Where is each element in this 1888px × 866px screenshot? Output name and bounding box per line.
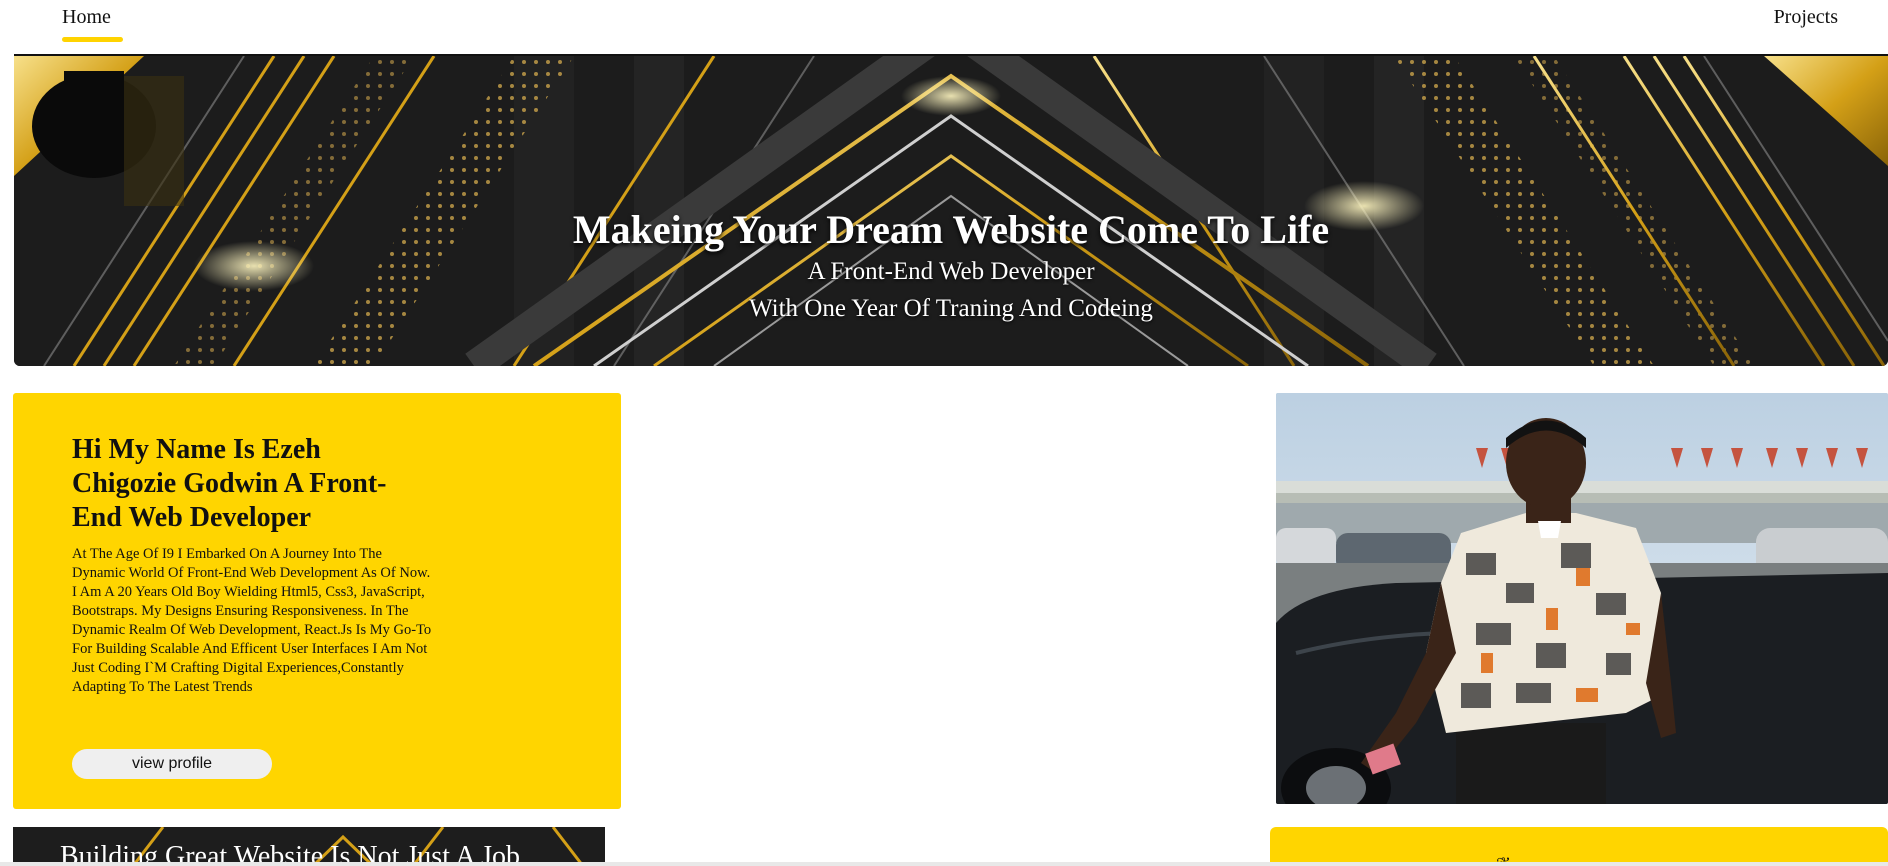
hero-title: Makeing Your Dream Website Come To Life — [572, 207, 1330, 252]
profile-photo — [1276, 393, 1888, 804]
hero-subtitle-line1: A Front-End Web Developer — [807, 258, 1095, 285]
intro-card: Hi My Name Is Ezeh Chigozie Godwin A Fro… — [13, 393, 621, 809]
secondary-card: ❦ — [1270, 827, 1888, 866]
secondary-banner: Building Great Website Is Not Just A Job — [13, 827, 605, 866]
view-profile-button[interactable]: view profile — [72, 749, 272, 779]
nav-active-indicator — [62, 37, 123, 42]
nav-link-home[interactable]: Home — [62, 6, 111, 29]
hero-subtitle-line2: With One Year Of Traning And Codeing — [749, 295, 1153, 322]
nav-link-projects[interactable]: Projects — [1774, 6, 1838, 29]
profile-photo-image — [1276, 393, 1888, 804]
top-nav: Home Projects — [0, 0, 1888, 52]
intro-heading: Hi My Name Is Ezeh Chigozie Godwin A Fro… — [72, 434, 387, 533]
hero-banner: Makeing Your Dream Website Come To Life … — [14, 56, 1888, 366]
horizontal-scrollbar[interactable] — [0, 862, 1888, 866]
intro-description: At The Age Of I9 I Embarked On A Journey… — [72, 546, 432, 695]
